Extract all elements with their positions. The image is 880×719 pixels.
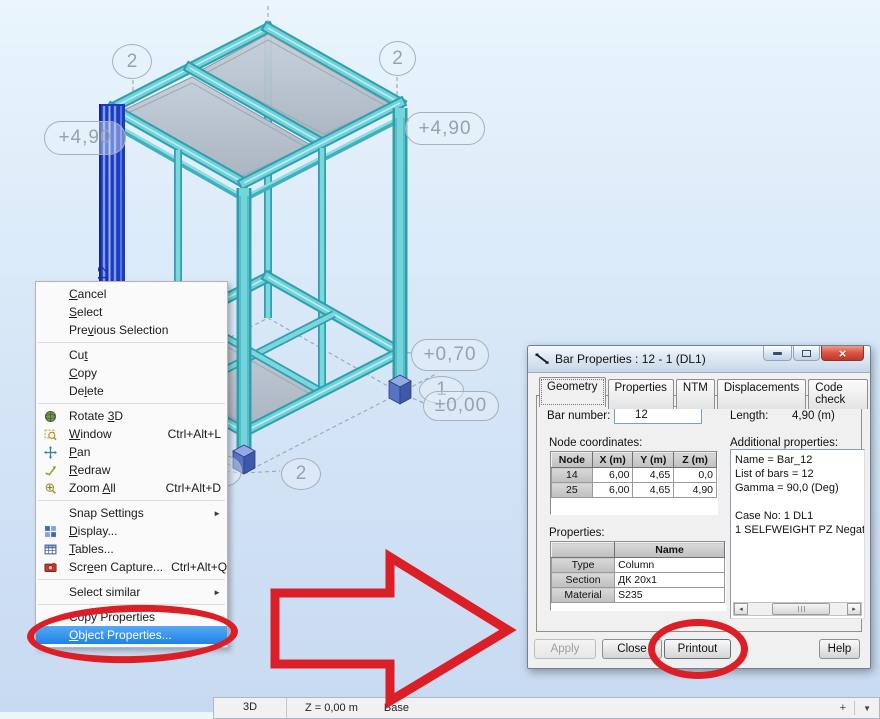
annotation-arrow [270,548,517,709]
